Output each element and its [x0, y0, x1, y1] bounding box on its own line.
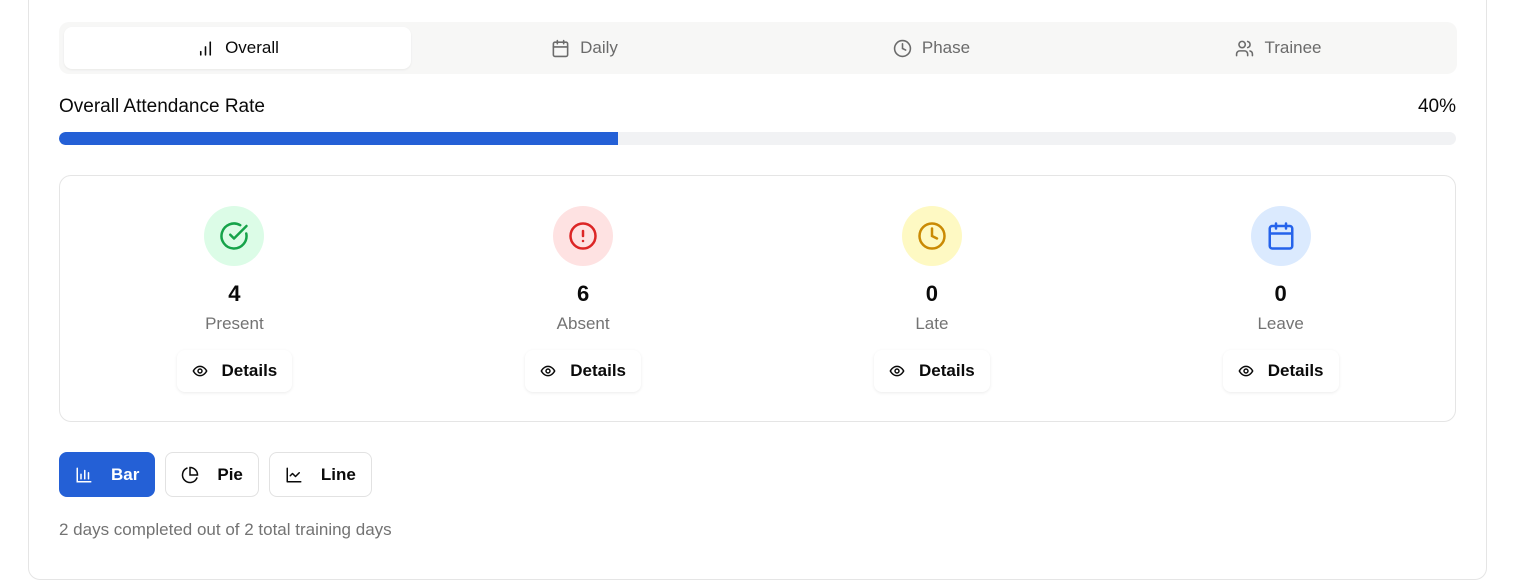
details-label: Details: [1267, 361, 1324, 380]
details-label: Details: [570, 361, 626, 380]
stat-late: 0 Late Details: [758, 176, 1107, 421]
details-button[interactable]: Details: [1222, 350, 1339, 392]
chart-button-label: Pie: [217, 464, 243, 484]
tab-daily[interactable]: Daily: [411, 27, 758, 69]
clock-icon: [893, 39, 912, 57]
stat-leave: 0 Leave Details: [1106, 176, 1455, 421]
stat-count: 0: [925, 281, 938, 306]
pie-chart-icon: [182, 466, 199, 483]
attendance-stats: 4 Present Details 6 Absent Details 0 Lat…: [59, 175, 1456, 422]
chart-button-label: Line: [320, 464, 356, 484]
alert-circle-icon: [569, 222, 597, 250]
stat-icon-badge: [204, 206, 265, 266]
attendance-rate-value: 40%: [1417, 96, 1456, 117]
eye-icon: [540, 365, 556, 377]
eye-icon: [192, 365, 207, 377]
stat-label: Late: [915, 314, 949, 333]
tab-phase[interactable]: Phase: [758, 27, 1105, 69]
tab-overall[interactable]: Overall: [64, 27, 411, 69]
calendar-icon: [552, 39, 569, 57]
attendance-progress-bar: [59, 132, 1456, 145]
stat-label: Leave: [1257, 314, 1304, 333]
stat-present: 4 Present Details: [60, 176, 409, 421]
eye-icon: [889, 365, 905, 377]
details-label: Details: [919, 361, 975, 380]
stat-absent: 6 Absent Details: [409, 176, 758, 421]
tab-trainee[interactable]: Trainee: [1105, 27, 1452, 69]
attendance-rate-title: Overall Attendance Rate: [59, 96, 265, 117]
users-icon: [1236, 40, 1254, 56]
stat-count: 4: [228, 281, 241, 306]
bar-chart-icon: [200, 40, 212, 56]
stat-count: 0: [1274, 281, 1287, 306]
line-chart-icon: [286, 467, 302, 482]
check-circle-icon: [220, 222, 249, 250]
stat-icon-badge: [1250, 206, 1311, 266]
stat-count: 6: [577, 281, 590, 306]
stat-label: Present: [205, 314, 264, 333]
details-button[interactable]: Details: [525, 350, 641, 392]
details-label: Details: [221, 361, 278, 380]
eye-icon: [1238, 365, 1254, 377]
clock-icon: [918, 222, 946, 250]
stat-icon-badge: [901, 206, 962, 266]
stat-icon-badge: [553, 206, 614, 266]
bar-chart-icon: [76, 467, 92, 482]
tab-label: Daily: [580, 38, 618, 57]
chart-pie-button[interactable]: Pie: [165, 452, 259, 497]
details-button[interactable]: Details: [874, 350, 990, 392]
chart-line-button[interactable]: Line: [268, 452, 372, 497]
tab-label: Trainee: [1264, 38, 1322, 57]
attendance-progress-fill: [59, 132, 618, 145]
calendar-icon: [1268, 222, 1294, 250]
view-tabs: Overall Daily Phase Trainee: [59, 22, 1457, 74]
stat-label: Absent: [556, 314, 610, 333]
details-button[interactable]: Details: [176, 350, 293, 392]
chart-type-selector: Bar Pie Line: [59, 452, 372, 497]
chart-bar-button[interactable]: Bar: [59, 452, 156, 497]
tab-label: Overall: [225, 38, 279, 57]
training-days-summary: 2 days completed out of 2 total training…: [59, 520, 392, 539]
tab-label: Phase: [921, 38, 971, 57]
chart-button-label: Bar: [111, 464, 140, 484]
